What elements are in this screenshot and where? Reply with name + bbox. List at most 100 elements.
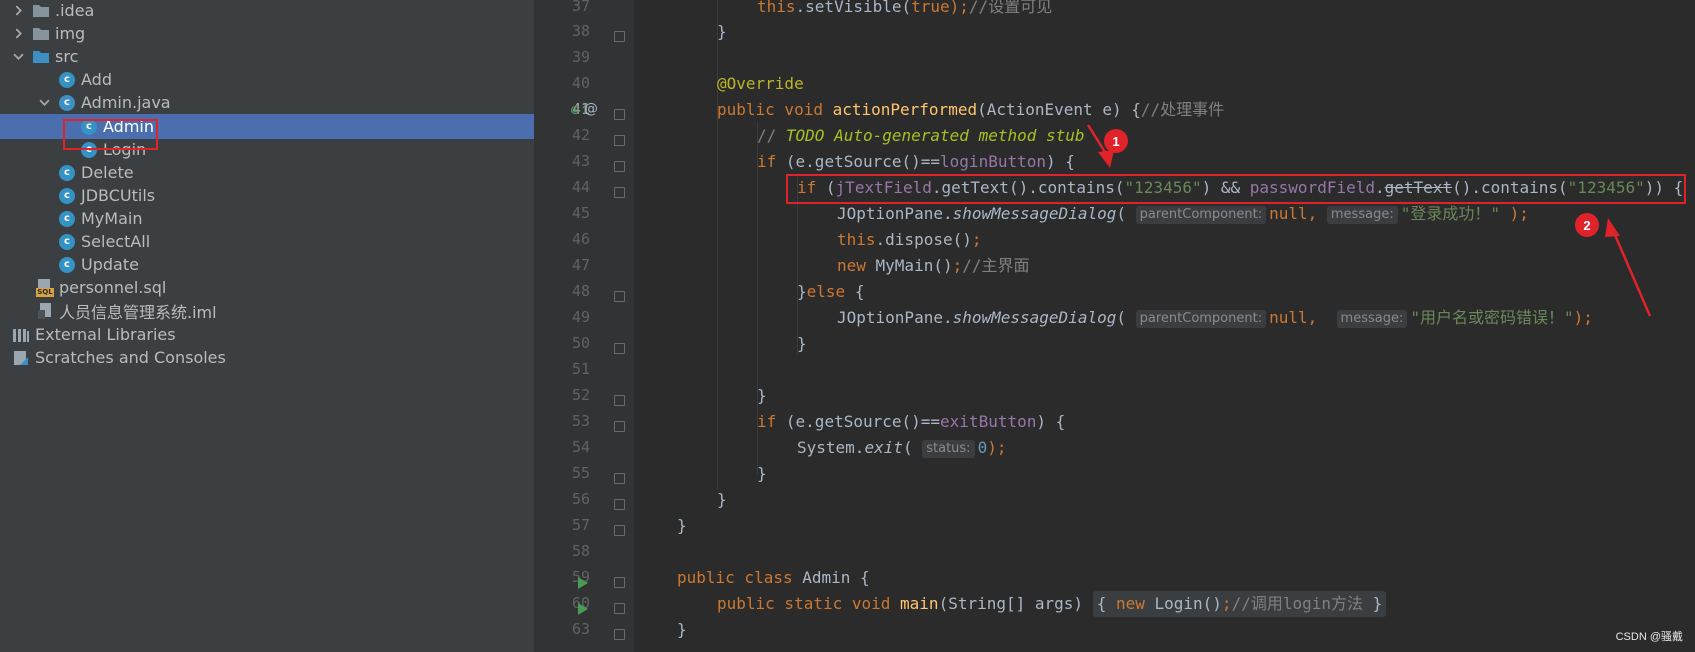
tree-item-label: .idea <box>55 1 95 20</box>
code-area[interactable]: this.setVisible(true);//设置可见 } @Override… <box>634 0 1695 652</box>
module-file-icon <box>36 302 54 320</box>
code-line-45: JOptionPane.showMessageDialog( parentCom… <box>837 204 1529 224</box>
folder-icon <box>32 25 50 43</box>
class-icon: c <box>58 164 76 182</box>
fold-marker-icon[interactable] <box>614 109 625 120</box>
tree-item-label: Admin.java <box>81 93 171 112</box>
watermark: CSDN @骚戴 <box>1615 631 1683 643</box>
chevron-down-icon[interactable] <box>10 49 26 65</box>
fold-marker-icon[interactable] <box>614 499 625 510</box>
tree-item-admin-java[interactable]: c Admin.java <box>0 90 570 115</box>
tree-item-label: Scratches and Consoles <box>35 348 226 367</box>
tree-item-selectall[interactable]: c SelectAll <box>0 229 592 254</box>
code-line-52: } <box>757 386 767 405</box>
code-line-48: }else { <box>797 282 865 301</box>
class-icon: c <box>58 233 76 251</box>
line-number: 52 <box>571 386 590 404</box>
chevron-right-icon[interactable] <box>10 3 26 19</box>
gutter: 37 38 39 40 41 42 43 44 45 46 47 48 49 5… <box>534 0 634 652</box>
tree-item-label: src <box>55 47 79 66</box>
fold-marker-icon[interactable] <box>614 343 625 354</box>
annotation-marker-icon[interactable]: @ <box>584 101 598 117</box>
code-line-43: if (e.getSource()==loginButton) { <box>757 152 1075 171</box>
line-number: 58 <box>571 542 590 560</box>
tree-item-iml[interactable]: 人员信息管理系统.iml <box>0 298 570 323</box>
fold-marker-icon[interactable] <box>614 161 625 172</box>
code-line-38: } <box>717 22 727 41</box>
fold-marker-icon[interactable] <box>614 577 625 588</box>
line-number: 38 <box>571 22 590 40</box>
project-tree: .idea img src c Add c Admin.java c Admin… <box>0 0 614 652</box>
highlight-box-admin <box>63 119 158 150</box>
line-number: 42 <box>571 126 590 144</box>
libraries-icon <box>12 326 30 344</box>
fold-marker-icon[interactable] <box>614 603 625 614</box>
java-file-icon: c <box>58 94 76 112</box>
tree-item-src[interactable]: src <box>0 44 544 69</box>
code-line-60: public static void main(String[] args) {… <box>717 591 1387 617</box>
folded-region[interactable]: { new Login();//调用login方法 } <box>1092 591 1387 617</box>
class-icon: c <box>58 210 76 228</box>
tree-item-label: External Libraries <box>35 325 176 344</box>
class-icon: c <box>58 256 76 274</box>
tree-item-add[interactable]: c Add <box>0 67 592 92</box>
code-line-59: public class Admin { <box>677 568 870 587</box>
fold-marker-icon[interactable] <box>614 291 625 302</box>
line-number: 56 <box>571 490 590 508</box>
ide-window: .idea img src c Add c Admin.java c Admin… <box>0 0 1695 652</box>
marker-2: 2 <box>1575 213 1599 237</box>
tree-item-label: img <box>55 24 86 43</box>
line-number: 46 <box>571 230 590 248</box>
param-hint: message: <box>1336 310 1408 328</box>
code-editor[interactable]: 37 38 39 40 41 42 43 44 45 46 47 48 49 5… <box>534 0 1695 652</box>
scratches-icon <box>12 349 30 367</box>
fold-marker-icon[interactable] <box>614 421 625 432</box>
fold-marker-icon[interactable] <box>614 473 625 484</box>
chevron-right-icon[interactable] <box>10 26 26 42</box>
tree-item-delete[interactable]: c Delete <box>0 160 592 185</box>
marker-1: 1 <box>1104 129 1128 153</box>
fold-marker-icon[interactable] <box>614 187 625 198</box>
code-line-56: } <box>717 490 727 509</box>
line-number: 63 <box>571 620 590 638</box>
param-hint: parentComponent: <box>1135 206 1267 224</box>
code-line-53: if (e.getSource()==exitButton) { <box>757 412 1066 431</box>
tree-item-idea[interactable]: .idea <box>0 0 544 23</box>
highlight-box-condition <box>786 174 1686 204</box>
code-line-47: new MyMain();//主界面 <box>837 256 1030 275</box>
line-number: 47 <box>571 256 590 274</box>
line-number: 53 <box>571 412 590 430</box>
line-number: 48 <box>571 282 590 300</box>
line-number: 45 <box>571 204 590 222</box>
tree-item-label: Update <box>81 255 139 274</box>
run-icon[interactable] <box>578 577 588 589</box>
tree-item-label: JDBCUtils <box>81 186 156 205</box>
fold-marker-icon[interactable] <box>614 135 625 146</box>
run-icon[interactable] <box>578 603 588 615</box>
tree-item-jdbcutils[interactable]: c JDBCUtils <box>0 183 592 208</box>
code-line-63: } <box>677 620 687 639</box>
code-line-54: System.exit( status: 0); <box>797 438 1007 458</box>
code-line-41: public void actionPerformed(ActionEvent … <box>717 100 1225 119</box>
tree-item-personnel-sql[interactable]: SQL personnel.sql <box>0 275 570 300</box>
fold-marker-icon[interactable] <box>614 31 625 42</box>
tree-item-label: personnel.sql <box>59 278 167 297</box>
fold-marker-icon[interactable] <box>614 525 625 536</box>
chevron-down-icon[interactable] <box>36 95 52 111</box>
tree-item-external-libraries[interactable]: External Libraries <box>0 322 546 347</box>
code-line-42: // TODO Auto-generated method stub <box>757 126 1085 145</box>
fold-marker-icon[interactable] <box>614 395 625 406</box>
tree-item-img[interactable]: img <box>0 21 544 46</box>
tree-item-scratches[interactable]: Scratches and Consoles <box>0 345 546 370</box>
tree-item-update[interactable]: c Update <box>0 252 592 277</box>
code-line-40: @Override <box>717 74 804 93</box>
class-icon: c <box>58 71 76 89</box>
tree-item-label: Delete <box>81 163 134 182</box>
param-hint: status: <box>922 440 975 458</box>
line-number: 39 <box>571 48 590 66</box>
fold-marker-icon[interactable] <box>614 629 625 640</box>
tree-item-label: Add <box>81 70 112 89</box>
code-line-49: JOptionPane.showMessageDialog( parentCom… <box>837 308 1593 328</box>
tree-item-mymain[interactable]: c MyMain <box>0 206 592 231</box>
source-folder-icon <box>32 48 50 66</box>
